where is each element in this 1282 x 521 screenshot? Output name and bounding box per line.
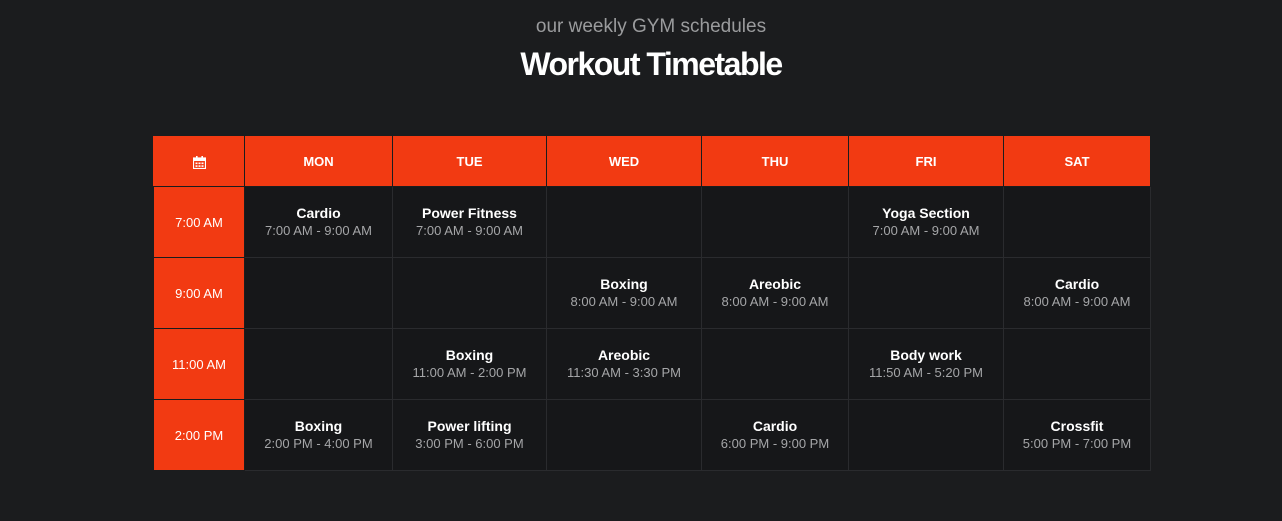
class-cell	[701, 328, 849, 400]
table-row: 9:00 AM Boxing 8:00 AM - 9:00 AM Areobic 8…	[153, 257, 1151, 329]
class-cell	[244, 328, 393, 400]
class-time: 6:00 PM - 9:00 PM	[720, 436, 830, 451]
section-subtitle: our weekly GYM schedules	[535, 16, 767, 37]
class-name: Boxing	[600, 276, 648, 292]
corner-cell	[153, 135, 245, 187]
class-time: 8:00 AM - 9:00 AM	[1023, 294, 1131, 309]
class-cell	[701, 186, 849, 258]
class-time: 8:00 AM - 9:00 AM	[721, 294, 829, 309]
class-time: 5:00 PM - 7:00 PM	[1022, 436, 1132, 451]
day-header-tue: TUE	[392, 135, 547, 187]
day-header-wed: WED	[546, 135, 702, 187]
page-title: Workout Timetable	[520, 46, 783, 82]
class-name: Crossfit	[1050, 418, 1104, 434]
class-name: Boxing	[294, 418, 343, 434]
table-row: 11:00 AM Boxing 11:00 AM - 2:00 PM Areobi…	[153, 328, 1151, 400]
class-time: 7:00 AM - 9:00 AM	[265, 223, 372, 238]
class-cell	[848, 399, 1004, 471]
class-name: Power Fitness	[422, 205, 517, 221]
calendar-icon	[192, 155, 206, 169]
class-cell: Crossfit 5:00 PM - 7:00 PM	[1003, 399, 1151, 471]
time-slot-label: 7:00 AM	[153, 186, 245, 258]
class-time: 2:00 PM - 4:00 PM	[264, 436, 373, 451]
class-cell	[546, 186, 702, 258]
day-header-fri: FRI	[848, 135, 1004, 187]
day-header-thu: THU	[701, 135, 849, 187]
class-cell	[848, 257, 1004, 329]
table-row: 7:00 AM Cardio 7:00 AM - 9:00 AM Power Fi…	[153, 186, 1151, 258]
class-name: Cardio	[1054, 276, 1100, 292]
class-cell	[1003, 186, 1151, 258]
class-time: 11:00 AM - 2:00 PM	[412, 365, 527, 380]
day-header-sat: SAT	[1003, 135, 1151, 187]
class-cell	[546, 399, 702, 471]
class-cell	[244, 257, 393, 329]
class-name: Cardio	[296, 205, 341, 221]
class-name: Yoga Section	[882, 205, 970, 221]
class-cell: Cardio 8:00 AM - 9:00 AM	[1003, 257, 1151, 329]
class-time: 8:00 AM - 9:00 AM	[570, 294, 678, 309]
class-cell: Boxing 2:00 PM - 4:00 PM	[244, 399, 393, 471]
class-cell: Cardio 6:00 PM - 9:00 PM	[701, 399, 849, 471]
header-row: MON TUE WED THU FRI SAT	[153, 135, 1151, 187]
time-slot-label: 9:00 AM	[153, 257, 245, 329]
class-name: Cardio	[752, 418, 798, 434]
class-cell: Body work 11:50 AM - 5:20 PM	[848, 328, 1004, 400]
class-name: Power lifting	[427, 418, 512, 434]
class-cell: Power Fitness 7:00 AM - 9:00 AM	[392, 186, 547, 258]
class-cell	[392, 257, 547, 329]
class-time: 11:30 AM - 3:30 PM	[567, 365, 681, 380]
class-cell: Boxing 8:00 AM - 9:00 AM	[546, 257, 702, 329]
class-cell: Boxing 11:00 AM - 2:00 PM	[392, 328, 547, 400]
time-slot-label: 2:00 PM	[153, 399, 245, 471]
class-cell: Yoga Section 7:00 AM - 9:00 AM	[848, 186, 1004, 258]
class-name: Areobic	[748, 276, 802, 292]
class-time: 11:50 AM - 5:20 PM	[869, 365, 983, 380]
class-time: 7:00 AM - 9:00 AM	[872, 223, 980, 238]
time-slot-label: 11:00 AM	[153, 328, 245, 400]
class-cell: Cardio 7:00 AM - 9:00 AM	[244, 186, 393, 258]
class-cell: Power lifting 3:00 PM - 6:00 PM	[392, 399, 547, 471]
class-time: 7:00 AM - 9:00 AM	[416, 223, 523, 238]
table-row: 2:00 PM Boxing 2:00 PM - 4:00 PM Power li…	[153, 399, 1151, 471]
class-name: Boxing	[445, 347, 494, 363]
class-cell: Areobic 8:00 AM - 9:00 AM	[701, 257, 849, 329]
class-name: Body work	[890, 347, 962, 363]
day-header-mon: MON	[244, 135, 393, 187]
timetable: MON TUE WED THU FRI SAT 7:00 AM Cardio 7:…	[153, 135, 1151, 471]
class-cell	[1003, 328, 1151, 400]
class-name: Areobic	[597, 347, 651, 363]
class-time: 3:00 PM - 6:00 PM	[415, 436, 524, 451]
class-cell: Areobic 11:30 AM - 3:30 PM	[546, 328, 702, 400]
